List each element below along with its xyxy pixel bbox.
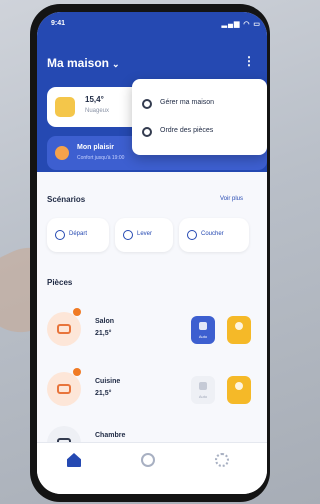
sofa-icon [57,324,71,334]
kebab-icon[interactable]: ⋮ [243,54,255,68]
scenario-wake[interactable]: Lever [115,218,173,252]
rooms-title: Pièces [47,278,73,287]
heating-auto-button[interactable]: Auto [191,376,215,404]
moon-icon [187,230,197,240]
app-screen: 9:41 ▂▄▆ ◠ ▭ Ma maison ⌄ ⋮ 15,4° Nuageux … [37,12,267,494]
lightbulb-icon [235,382,243,390]
status-time: 9:41 [51,20,66,27]
thermostat-icon [199,382,207,390]
room-name: Salon [95,318,115,325]
home-icon[interactable] [67,453,81,467]
thermostat-icon [199,322,207,330]
scenarios-title: Scénarios [47,195,86,204]
status-icons: ▂▄▆ ◠ ▭ [221,21,261,28]
room-name: Cuisine [95,378,121,385]
home-title[interactable]: Ma maison ⌄ [47,56,120,70]
comfort-title: Mon plaisir [77,144,114,151]
room-icon-background [47,372,81,406]
departure-icon [55,230,65,240]
notification-dot [73,308,81,316]
sun-icon [55,97,75,117]
home-title-label: Ma maison [47,56,110,70]
light-toggle-button[interactable] [227,376,251,404]
scenarios-see-all-link[interactable]: Voir plus [220,196,243,202]
scenario-label: Coucher [201,231,224,237]
sunrise-icon [123,230,133,240]
room-temperature: 21,5° [95,330,112,337]
scenario-label: Lever [137,231,153,237]
menu-item-manage-home[interactable]: Gérer ma maison [142,95,262,115]
comfort-subtitle: Confort jusqu'à 19:00 [77,155,125,161]
scenario-departure[interactable]: Départ [47,218,109,252]
room-name: Chambre [95,432,126,439]
menu-item-room-order[interactable]: Ordre des pièces [142,123,262,143]
heating-button-label: Auto [198,334,208,339]
menu-item-label: Gérer ma maison [160,99,215,106]
notification-dot [73,368,81,376]
menu-item-label: Ordre des pièces [160,127,214,134]
heating-auto-button[interactable]: Auto [191,316,215,344]
room-cuisine[interactable]: Cuisine 21,5° Auto [47,368,267,412]
scenario-label: Départ [69,231,88,237]
dropdown-menu: Gérer ma maison Ordre des pièces [132,79,267,155]
heating-button-label: Auto [198,394,208,399]
room-temperature: 21,5° [95,390,112,397]
tab-bar [37,442,267,494]
home-settings-icon [142,99,152,109]
settings-icon[interactable] [215,453,229,467]
light-toggle-button[interactable] [227,316,251,344]
comfort-icon [55,146,69,160]
kitchen-icon [57,384,71,394]
lightbulb-icon [235,322,243,330]
reorder-icon [142,127,152,137]
room-icon-background [47,312,81,346]
weather-temperature: 15,4° [85,95,104,104]
status-bar: 9:41 ▂▄▆ ◠ ▭ [51,20,260,30]
weather-description: Nuageux [85,108,110,114]
room-salon[interactable]: Salon 21,5° Auto [47,308,267,352]
clock-icon[interactable] [141,453,155,467]
scenario-bedtime[interactable]: Coucher [179,218,249,252]
chevron-down-icon: ⌄ [112,59,120,69]
